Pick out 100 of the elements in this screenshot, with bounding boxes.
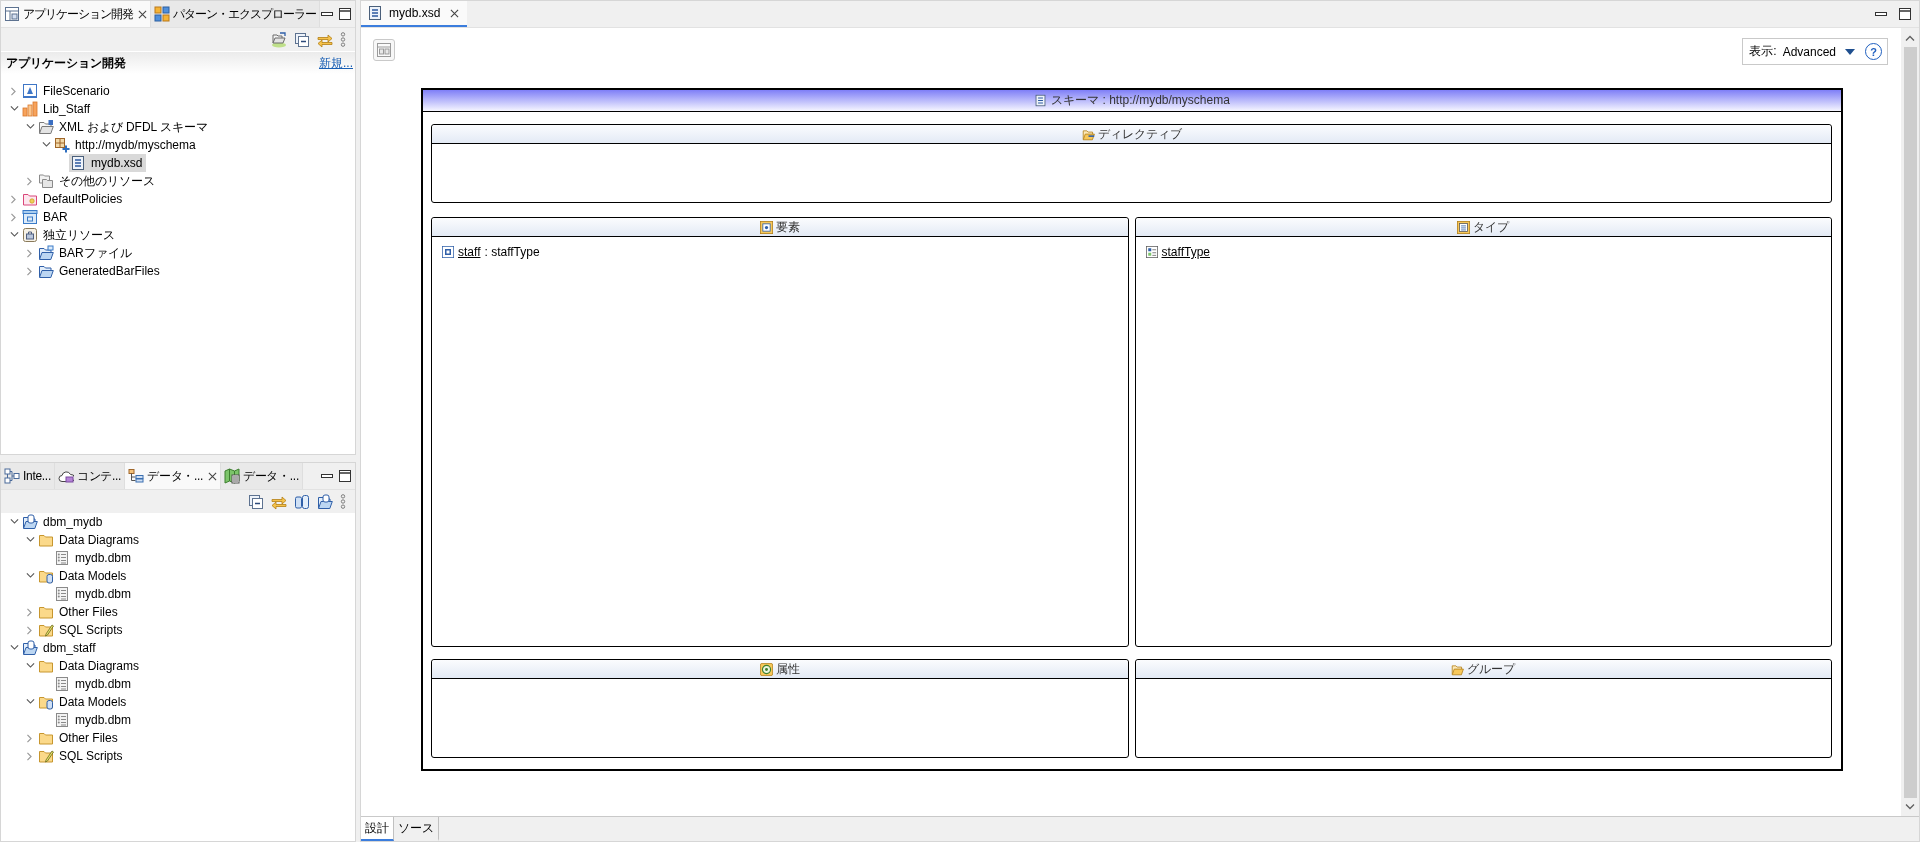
layout-icon <box>4 6 20 22</box>
tree-item[interactable]: FileScenario <box>21 82 114 100</box>
chevron-icon[interactable] <box>25 573 35 579</box>
tree-item[interactable]: SQL Scripts <box>37 747 127 765</box>
chevron-icon[interactable] <box>25 663 35 669</box>
chevron-icon[interactable] <box>27 733 33 743</box>
database-folder-icon[interactable] <box>317 493 333 510</box>
maximize-icon[interactable] <box>1899 8 1911 20</box>
panel-tab[interactable]: データ・... <box>221 463 303 489</box>
database-icon[interactable] <box>294 493 310 510</box>
chevron-icon[interactable] <box>9 232 19 238</box>
blocks-icon <box>154 6 170 22</box>
maximize-icon[interactable] <box>339 8 351 20</box>
close-icon[interactable] <box>208 471 218 481</box>
tree-item[interactable]: dbm_mydb <box>21 513 107 531</box>
tree-item[interactable]: mydb.dbm <box>53 549 136 567</box>
tree-item[interactable]: mydb.dbm <box>53 585 136 603</box>
chevron-icon[interactable] <box>9 645 19 651</box>
chevron-icon[interactable] <box>27 751 33 761</box>
panel-tab[interactable]: データ・... <box>125 463 222 489</box>
caret-icon <box>1845 48 1855 55</box>
tree-icon <box>128 468 145 484</box>
panel-tab[interactable]: Inte... <box>1 463 55 489</box>
maximize-icon[interactable] <box>339 470 351 482</box>
chevron-icon[interactable] <box>41 142 51 148</box>
tree-item[interactable]: mydb.dbm <box>53 711 136 729</box>
chevron-icon[interactable] <box>25 537 35 543</box>
tree-item[interactable]: SQL Scripts <box>37 621 127 639</box>
cloud-icon <box>57 468 74 484</box>
minimize-icon[interactable] <box>1875 12 1887 16</box>
tree-item[interactable]: Data Diagrams <box>37 531 144 549</box>
item-type: : staffType <box>484 245 540 259</box>
layout-button[interactable] <box>373 39 395 61</box>
tree-item[interactable]: http://mydb/myschema <box>53 136 200 154</box>
tree-item[interactable]: Data Models <box>37 567 131 585</box>
tree-item[interactable]: GeneratedBarFiles <box>37 262 164 280</box>
folders-icon <box>38 173 54 189</box>
sync-arrows-icon[interactable] <box>317 31 333 48</box>
document-icon <box>1034 94 1048 107</box>
collapse-all-icon[interactable] <box>294 31 310 48</box>
chevron-icon[interactable] <box>27 176 33 186</box>
tree-item[interactable]: Data Diagrams <box>37 657 144 675</box>
panel-tab[interactable]: コンテ... <box>54 463 126 489</box>
tree-item[interactable]: 独立リソース <box>21 226 119 244</box>
close-icon[interactable] <box>450 8 460 18</box>
grid-icon <box>54 137 70 153</box>
view-label: 表示: <box>1749 43 1777 60</box>
open-folder-icon <box>38 263 54 279</box>
tree-item[interactable]: Data Models <box>37 693 131 711</box>
scrollbar-thumb[interactable] <box>1903 47 1917 798</box>
chevron-icon[interactable] <box>9 519 19 525</box>
open-folder-icon[interactable] <box>271 31 287 48</box>
window-icon <box>22 83 38 99</box>
open-folder-icon <box>38 119 54 135</box>
chevron-icon[interactable] <box>27 266 33 276</box>
section-title: タイプ <box>1473 218 1510 236</box>
new-link[interactable]: 新規... <box>319 54 353 72</box>
view-dropdown[interactable]: Advanced <box>1782 44 1859 59</box>
chevron-icon[interactable] <box>25 699 35 705</box>
folder-icon <box>38 532 54 548</box>
list-icon <box>1145 246 1158 258</box>
view-menu-icon[interactable] <box>340 32 346 47</box>
page-tab[interactable]: 設計 <box>361 817 394 841</box>
chevron-icon[interactable] <box>9 106 19 112</box>
scroll-up-icon[interactable] <box>1905 35 1915 41</box>
panel-tab[interactable]: アプリケーション開発 <box>1 1 151 27</box>
chevron-icon[interactable] <box>27 625 33 635</box>
folder-icon <box>38 730 54 746</box>
tree-item[interactable]: DefaultPolicies <box>21 190 127 208</box>
tree-item[interactable]: mydb.dbm <box>53 675 136 693</box>
chevron-icon[interactable] <box>27 248 33 258</box>
tree-item[interactable]: Other Files <box>37 729 122 747</box>
square-icon <box>442 246 454 258</box>
tree-item[interactable]: XML および DFDL スキーマ <box>37 118 213 136</box>
nodes-icon <box>4 468 20 484</box>
tree-item[interactable]: Other Files <box>37 603 122 621</box>
collapse-all-icon[interactable] <box>248 493 264 510</box>
view-menu-icon[interactable] <box>340 494 346 509</box>
tree-item[interactable]: BAR <box>21 208 72 226</box>
panel-tab[interactable]: パターン・エクスプローラー <box>151 1 320 27</box>
tree-item[interactable]: mydb.xsd <box>69 154 147 172</box>
chevron-icon[interactable] <box>25 124 35 130</box>
help-button[interactable]: ? <box>1865 43 1882 60</box>
chevron-icon[interactable] <box>11 194 17 204</box>
item-link[interactable]: staffType <box>1161 245 1210 259</box>
tree-item[interactable]: dbm_staff <box>21 639 100 657</box>
editor-tab[interactable]: mydb.xsd <box>361 1 468 27</box>
chevron-icon[interactable] <box>11 212 17 222</box>
minimize-icon[interactable] <box>321 12 333 16</box>
tree-item[interactable]: Lib_Staff <box>21 100 95 118</box>
chevron-icon[interactable] <box>11 86 17 96</box>
item-link[interactable]: staff <box>458 245 481 259</box>
tree-item[interactable]: BARファイル <box>37 244 136 262</box>
sync-arrows-icon[interactable] <box>271 493 287 510</box>
close-icon[interactable] <box>138 9 147 19</box>
document-icon <box>70 155 86 171</box>
minimize-icon[interactable] <box>321 474 333 478</box>
tree-item[interactable]: その他のリソース <box>37 172 159 190</box>
chevron-icon[interactable] <box>27 607 33 617</box>
scroll-down-icon[interactable] <box>1905 804 1915 810</box>
